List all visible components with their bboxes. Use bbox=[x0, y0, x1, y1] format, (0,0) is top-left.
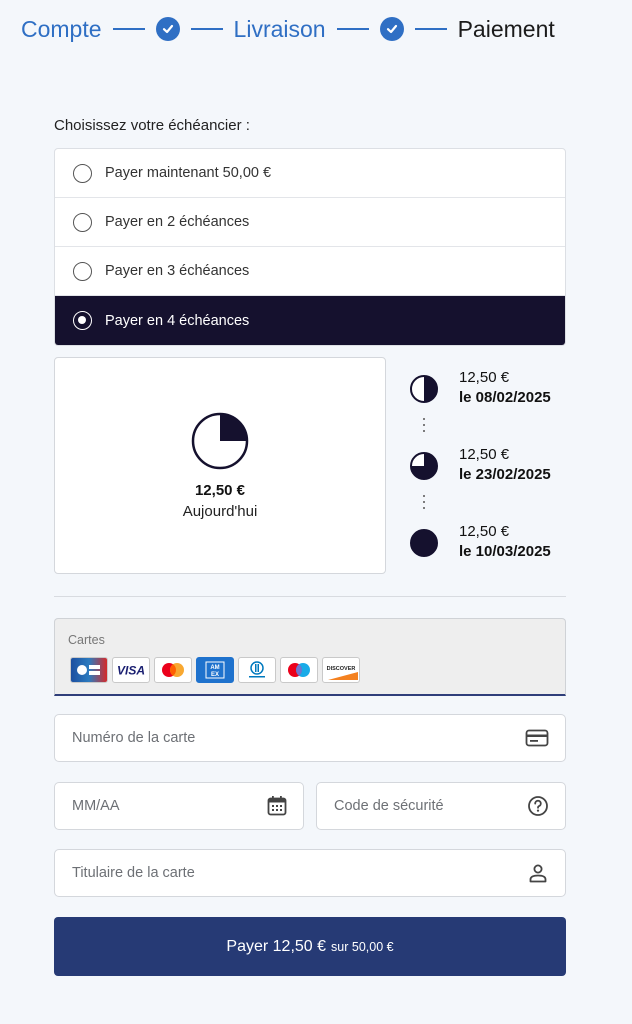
step-connector bbox=[112, 28, 145, 30]
installment-item: 12,50 € le 10/03/2025 bbox=[409, 522, 551, 562]
option-label: Payer en 3 échéances bbox=[105, 263, 250, 279]
mastercard-logo-icon bbox=[154, 657, 192, 683]
amex-logo-icon: AM EX bbox=[196, 657, 234, 683]
card-holder-input[interactable] bbox=[72, 865, 527, 881]
half-pie-icon bbox=[410, 375, 438, 403]
cards-label: Cartes bbox=[68, 633, 105, 647]
step-connector bbox=[414, 28, 447, 30]
cvc-field[interactable] bbox=[316, 782, 566, 830]
visa-logo-icon: VISA bbox=[112, 657, 150, 683]
svg-text:EX: EX bbox=[211, 672, 219, 678]
radio-button-selected[interactable] bbox=[73, 311, 92, 330]
schedule-title: Choisissez votre échéancier : bbox=[54, 117, 250, 134]
radio-button[interactable] bbox=[73, 261, 92, 281]
timeline-dots bbox=[423, 495, 425, 509]
schedule-option-2-installments[interactable]: Payer en 2 échéances bbox=[55, 198, 565, 247]
installment-amount: 12,50 € bbox=[459, 369, 510, 386]
three-quarter-pie-icon bbox=[410, 452, 438, 480]
person-icon bbox=[527, 862, 549, 884]
expiry-field[interactable] bbox=[54, 782, 304, 830]
installment-amount: 12,50 € bbox=[459, 446, 510, 463]
help-circle-icon[interactable] bbox=[527, 795, 549, 817]
today-amount: 12,50 € bbox=[194, 482, 246, 499]
option-label: Payer en 4 échéances bbox=[105, 312, 250, 329]
timeline-dots bbox=[423, 418, 425, 432]
schedule-option-pay-now[interactable]: Payer maintenant 50,00 € bbox=[55, 149, 565, 198]
step-paiement: Paiement bbox=[457, 15, 555, 42]
step-compte[interactable]: Compte bbox=[21, 16, 102, 43]
maestro-logo-icon bbox=[280, 657, 318, 683]
card-holder-field[interactable] bbox=[54, 849, 566, 897]
installment-item: 12,50 € le 08/02/2025 bbox=[409, 368, 551, 408]
option-label: Payer en 2 échéances bbox=[105, 214, 250, 230]
discover-logo-icon: DISCOVER bbox=[322, 657, 360, 683]
step-connector bbox=[336, 28, 369, 30]
today-installment-card: 12,50 € Aujourd'hui bbox=[54, 357, 386, 574]
svg-text:AM: AM bbox=[210, 665, 219, 671]
card-number-field[interactable] bbox=[54, 714, 566, 762]
radio-button[interactable] bbox=[73, 212, 92, 232]
payment-method-cards[interactable]: Cartes VISA AM EX DISCOVER bbox=[54, 618, 566, 696]
pay-button-label: Payer 12,50 € bbox=[226, 937, 327, 955]
schedule-options: Payer maintenant 50,00 € Payer en 2 éché… bbox=[54, 148, 566, 346]
pay-button[interactable]: Payer 12,50 € sur 50,00 € bbox=[54, 917, 566, 976]
full-pie-icon bbox=[410, 529, 438, 557]
today-label: Aujourd'hui bbox=[182, 503, 258, 520]
schedule-option-3-installments[interactable]: Payer en 3 échéances bbox=[55, 247, 565, 296]
cb-logo-icon bbox=[70, 657, 108, 683]
installment-date: le 23/02/2025 bbox=[459, 466, 551, 483]
step-connector bbox=[190, 28, 223, 30]
installment-date: le 08/02/2025 bbox=[459, 389, 551, 406]
check-circle-icon bbox=[379, 17, 404, 41]
check-circle-icon bbox=[155, 17, 180, 41]
svg-text:VISA: VISA bbox=[117, 664, 145, 678]
diners-club-logo-icon bbox=[238, 657, 276, 683]
card-number-input[interactable] bbox=[72, 730, 525, 746]
option-label: Payer maintenant 50,00 € bbox=[105, 165, 272, 181]
expiry-input[interactable] bbox=[72, 798, 267, 814]
checkout-stepper: Compte Livraison Paiement bbox=[21, 14, 621, 44]
radio-button[interactable] bbox=[73, 163, 92, 183]
card-brand-logos: VISA AM EX DISCOVER bbox=[70, 657, 360, 683]
installment-item: 12,50 € le 23/02/2025 bbox=[409, 445, 551, 485]
cvc-input[interactable] bbox=[334, 798, 527, 814]
pay-button-total: sur 50,00 € bbox=[331, 939, 394, 954]
schedule-option-4-installments[interactable]: Payer en 4 échéances bbox=[55, 296, 565, 345]
installment-date: le 10/03/2025 bbox=[459, 543, 551, 560]
credit-card-icon bbox=[525, 728, 549, 748]
section-divider bbox=[54, 596, 566, 597]
svg-text:DISCOVER: DISCOVER bbox=[327, 666, 356, 672]
step-livraison[interactable]: Livraison bbox=[234, 16, 326, 43]
installment-amount: 12,50 € bbox=[459, 523, 510, 540]
quarter-pie-icon bbox=[191, 412, 249, 470]
calendar-icon bbox=[267, 795, 287, 817]
